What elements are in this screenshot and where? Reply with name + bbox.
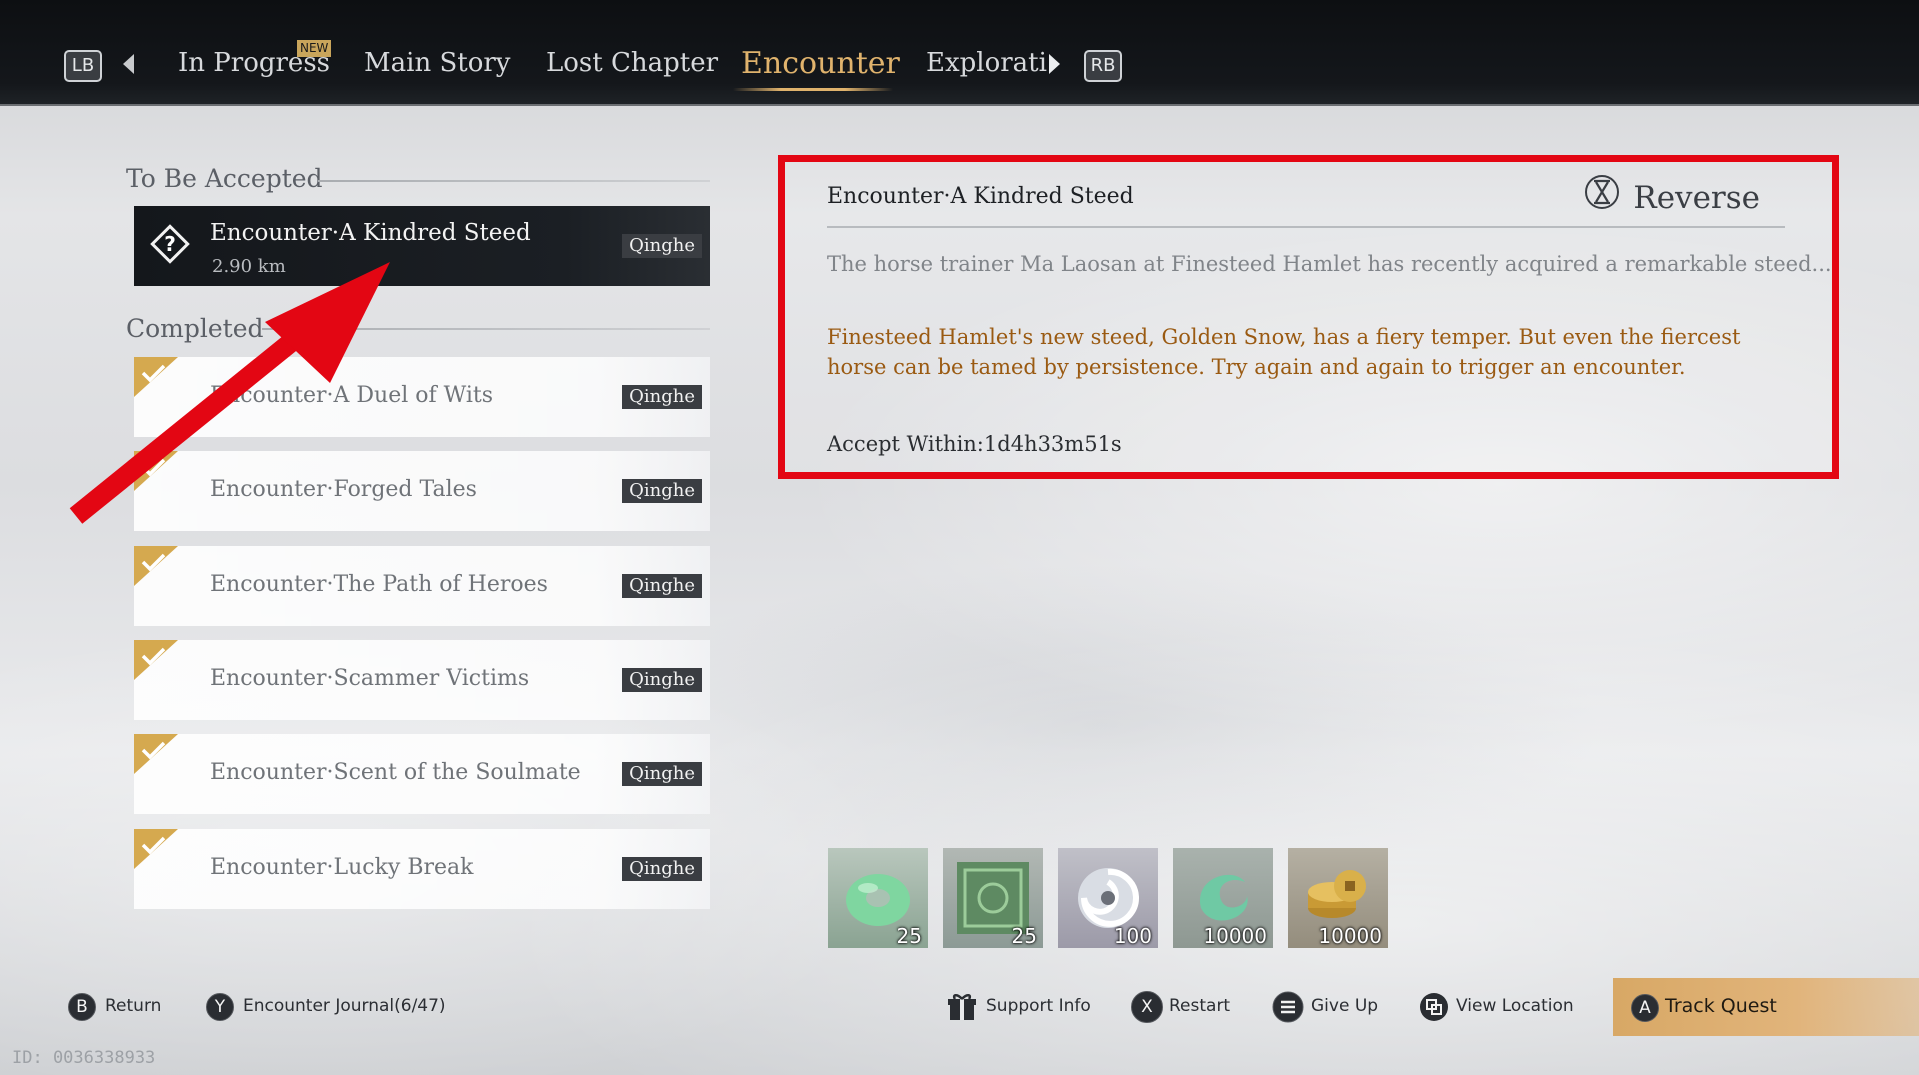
give-up-button[interactable]: Give Up bbox=[1311, 996, 1378, 1016]
completed-quest-item[interactable]: Encounter·The Path of Heroes Qinghe bbox=[134, 546, 710, 626]
active-tab-underline bbox=[733, 88, 893, 91]
quest-detail-panel: Encounter·A Kindred Steed Reverse The ho… bbox=[778, 155, 1839, 479]
active-quest-title: Encounter·A Kindred Steed bbox=[210, 220, 531, 246]
completed-quest-title: Encounter·Forged Tales bbox=[210, 477, 477, 502]
reward-coin-stack[interactable]: 10000 bbox=[1288, 848, 1388, 948]
question-mark-icon: ? bbox=[164, 232, 176, 256]
region-tag: Qinghe bbox=[622, 479, 702, 503]
completed-quest-item[interactable]: Encounter·A Duel of Wits Qinghe bbox=[134, 357, 710, 437]
to-be-accepted-heading: To Be Accepted bbox=[126, 164, 323, 193]
completed-quest-item[interactable]: Encounter·Lucky Break Qinghe bbox=[134, 829, 710, 909]
detail-hint: Finesteed Hamlet's new steed, Golden Sno… bbox=[827, 325, 1741, 379]
gift-icon[interactable] bbox=[947, 993, 977, 1021]
reverse-label: Reverse bbox=[1633, 180, 1760, 216]
active-quest-distance: 2.90 km bbox=[212, 256, 286, 277]
reward-quantity: 100 bbox=[1113, 924, 1152, 948]
view-key-icon[interactable] bbox=[1419, 992, 1449, 1022]
reward-quantity: 25 bbox=[1011, 924, 1037, 948]
reward-green-tome[interactable]: 25 bbox=[943, 848, 1043, 948]
active-quest-item[interactable]: ? Encounter·A Kindred Steed 2.90 km Qing… bbox=[134, 206, 710, 286]
return-key-icon[interactable]: B bbox=[68, 993, 96, 1021]
completed-quest-title: Encounter·The Path of Heroes bbox=[210, 572, 548, 597]
return-button[interactable]: Return bbox=[105, 996, 161, 1016]
completed-check-icon bbox=[134, 640, 178, 680]
region-tag: Qinghe bbox=[622, 234, 702, 258]
view-location-button[interactable]: View Location bbox=[1456, 996, 1574, 1016]
menu-key-icon[interactable] bbox=[1272, 991, 1304, 1023]
detail-title: Encounter·A Kindred Steed bbox=[827, 184, 1134, 209]
region-tag: Qinghe bbox=[622, 574, 702, 598]
detail-divider bbox=[827, 226, 1785, 228]
new-badge: NEW bbox=[297, 40, 332, 57]
section-divider bbox=[318, 180, 710, 182]
reward-swirl-orb[interactable]: 100 bbox=[1058, 848, 1158, 948]
detail-intro: The horse trainer Ma Laosan at Finesteed… bbox=[827, 252, 1832, 276]
tab-lost-chapter[interactable]: Lost Chapter bbox=[546, 48, 718, 78]
completed-check-icon bbox=[134, 357, 178, 397]
completed-quest-item[interactable]: Encounter·Forged Tales Qinghe bbox=[134, 451, 710, 531]
reward-quantity: 25 bbox=[896, 924, 922, 948]
reward-green-wind[interactable]: 10000 bbox=[1173, 848, 1273, 948]
reward-quantity: 10000 bbox=[1203, 924, 1267, 948]
hourglass-icon bbox=[1585, 175, 1619, 209]
track-quest-label: Track Quest bbox=[1665, 995, 1777, 1017]
top-nav-bar: LB In Progress NEW Main Story Lost Chapt… bbox=[0, 0, 1919, 106]
restart-button[interactable]: Restart bbox=[1169, 996, 1230, 1016]
completed-check-icon bbox=[134, 451, 178, 491]
lb-button[interactable]: LB bbox=[64, 50, 102, 82]
section-divider bbox=[262, 328, 710, 330]
track-quest-button[interactable]: A Track Quest bbox=[1613, 978, 1919, 1036]
region-tag: Qinghe bbox=[622, 385, 702, 409]
tab-main-story[interactable]: Main Story bbox=[364, 48, 510, 78]
journal-key-icon[interactable]: Y bbox=[206, 993, 234, 1021]
completed-quest-item[interactable]: Encounter·Scent of the Soulmate Qinghe bbox=[134, 734, 710, 814]
reward-quantity: 10000 bbox=[1318, 924, 1382, 948]
completed-quest-title: Encounter·A Duel of Wits bbox=[210, 383, 494, 408]
reward-jade-ring[interactable]: 25 bbox=[828, 848, 928, 948]
completed-quest-title: Encounter·Lucky Break bbox=[210, 855, 474, 880]
player-id-watermark: ID: 0036338933 bbox=[12, 1048, 156, 1068]
completed-quest-item[interactable]: Encounter·Scammer Victims Qinghe bbox=[134, 640, 710, 720]
region-tag: Qinghe bbox=[622, 668, 702, 692]
restart-key-icon[interactable]: X bbox=[1131, 991, 1163, 1023]
nav-right-arrow-icon[interactable] bbox=[1049, 54, 1060, 74]
completed-quest-title: Encounter·Scent of the Soulmate bbox=[210, 760, 581, 785]
completed-check-icon bbox=[134, 734, 178, 774]
completed-check-icon bbox=[134, 829, 178, 869]
region-tag: Qinghe bbox=[622, 762, 702, 786]
accept-within-timer: Accept Within:1d4h33m51s bbox=[827, 432, 1122, 456]
rb-button[interactable]: RB bbox=[1084, 50, 1122, 82]
completed-quest-title: Encounter·Scammer Victims bbox=[210, 666, 530, 691]
encounter-journal-button[interactable]: Encounter Journal(6/47) bbox=[243, 996, 446, 1016]
nav-left-arrow-icon[interactable] bbox=[123, 54, 134, 74]
region-tag: Qinghe bbox=[622, 857, 702, 881]
tab-encounter[interactable]: Encounter bbox=[741, 46, 900, 81]
completed-heading: Completed bbox=[126, 314, 264, 343]
tab-exploration[interactable]: Explorati bbox=[926, 48, 1047, 78]
completed-check-icon bbox=[134, 546, 178, 586]
track-key-icon: A bbox=[1631, 994, 1659, 1022]
support-info-button[interactable]: Support Info bbox=[986, 996, 1091, 1016]
